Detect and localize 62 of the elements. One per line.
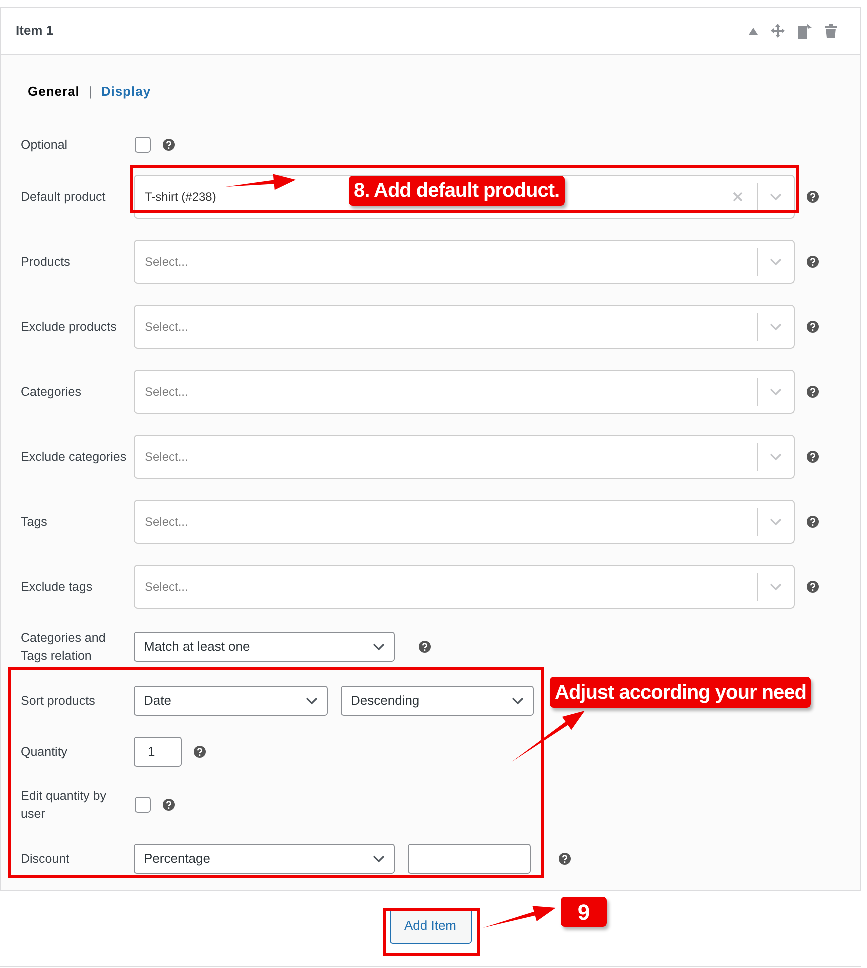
help-icon [419, 641, 431, 653]
product-select[interactable]: Select... [134, 304, 795, 348]
checkbox[interactable] [135, 797, 151, 813]
help-icon [163, 139, 175, 151]
help-icon [194, 746, 206, 758]
checkbox[interactable] [135, 137, 151, 153]
chevron-icon [770, 258, 782, 266]
callout-label: 8. Add default product. [349, 176, 565, 206]
help-icon [807, 386, 819, 398]
chevron-icon [770, 518, 782, 526]
help-icon [807, 450, 819, 462]
field-label: Default product [21, 188, 107, 206]
product-select[interactable]: Select... [134, 500, 795, 544]
chevron-icon [770, 582, 782, 590]
select-dropdown[interactable]: Date [134, 686, 328, 716]
help-icon [559, 853, 571, 865]
trash-icon [825, 24, 837, 38]
select-dropdown[interactable]: Percentage [134, 844, 395, 874]
chevron-icon [373, 643, 385, 651]
tab-separator: | [88, 82, 92, 101]
field-label: Quantity [21, 744, 69, 761]
select-dropdown[interactable]: Match at least one [134, 632, 395, 662]
field-label: Categories [21, 384, 82, 400]
help-icon [807, 580, 819, 592]
chevron-icon [770, 322, 782, 330]
tab[interactable]: General [28, 82, 80, 102]
field-label: Products [21, 254, 72, 270]
field-label: Optional [21, 137, 69, 154]
field-label: Categories and Tags relation [21, 630, 107, 665]
clear-icon [733, 192, 743, 202]
callout-label: Adjust according your need [550, 677, 812, 708]
field-label: Exclude tags [21, 578, 94, 596]
discount-input[interactable] [408, 844, 531, 874]
chevron-icon [770, 192, 782, 200]
product-select[interactable]: Select... [134, 434, 795, 478]
chevron-icon [512, 697, 524, 705]
field-label: Exclude products [21, 318, 118, 336]
chevron-icon [770, 388, 782, 396]
chevron-icon [770, 452, 782, 460]
help-icon [807, 516, 819, 528]
chevron-icon [306, 697, 318, 705]
product-select[interactable]: Select... [134, 564, 795, 608]
field-label: Discount [21, 851, 71, 868]
field-label: Exclude categories [21, 448, 128, 466]
quantity-input[interactable]: 1 [134, 737, 182, 767]
help-icon [807, 320, 819, 332]
product-select[interactable]: Select... [134, 240, 795, 284]
field-label: Sort products [21, 693, 96, 710]
field-label: Edit quantity by user [21, 788, 108, 823]
help-icon [163, 799, 175, 811]
chevron-icon [373, 855, 385, 863]
help-icon [807, 256, 819, 268]
help-icon [807, 190, 819, 202]
document-icon [798, 24, 812, 38]
field-label: Tags [21, 514, 48, 530]
item-title: Item 1 [16, 22, 54, 40]
move-icon [771, 24, 785, 38]
step-badge: 9 [561, 897, 607, 927]
product-select[interactable]: Select... [134, 370, 795, 414]
collapse-icon [749, 28, 758, 34]
select-dropdown[interactable]: Descending [341, 686, 534, 716]
tab[interactable]: Display [101, 82, 152, 102]
